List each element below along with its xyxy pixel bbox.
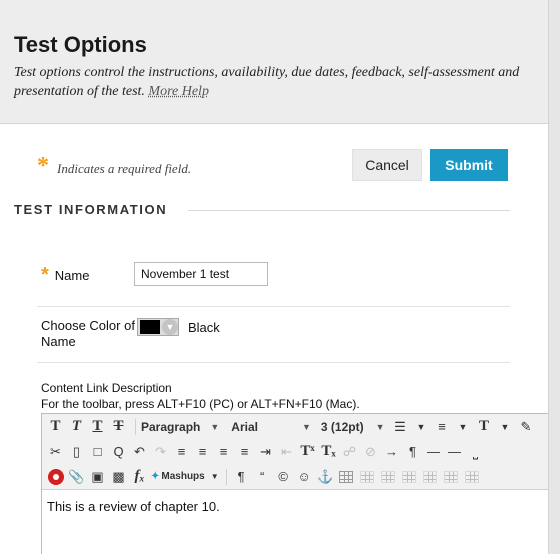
- color-swatch: [140, 320, 160, 334]
- unlink-icon[interactable]: ⊘: [361, 442, 380, 462]
- table-row-icon[interactable]: [358, 467, 377, 487]
- align-right-icon[interactable]: ≡: [214, 442, 233, 462]
- superscript-icon[interactable]: Tˣ: [298, 442, 317, 462]
- chevron-down-icon[interactable]: ▼: [454, 417, 473, 437]
- paragraph-mark-icon[interactable]: ¶: [232, 467, 251, 487]
- text-editor: T T T T Paragraph ▼ Arial ▼ 3 (12pt) ▼ ☰ ▼…: [41, 413, 560, 554]
- chevron-down-icon: ▼: [210, 421, 220, 432]
- align-center-icon[interactable]: ≡: [193, 442, 212, 462]
- bold-icon[interactable]: T: [46, 417, 65, 437]
- underline-icon[interactable]: T: [88, 417, 107, 437]
- table-split-icon[interactable]: [442, 467, 461, 487]
- text-format-icon[interactable]: T: [475, 417, 494, 437]
- horizontal-rule-icon[interactable]: —: [424, 442, 443, 462]
- color-value: Black: [188, 320, 220, 335]
- rtl-icon[interactable]: ¶: [403, 442, 422, 462]
- math-formula-icon[interactable]: fₓ: [130, 467, 149, 487]
- undo-icon[interactable]: ↶: [130, 442, 149, 462]
- redo-icon[interactable]: ↷: [151, 442, 170, 462]
- editor-toolbar: T T T T Paragraph ▼ Arial ▼ 3 (12pt) ▼ ☰ ▼…: [42, 414, 560, 490]
- table-cell-icon[interactable]: [400, 467, 419, 487]
- more-help-link[interactable]: More Help: [148, 84, 209, 99]
- strikethrough-icon[interactable]: T: [109, 417, 128, 437]
- cancel-button[interactable]: Cancel: [352, 149, 422, 181]
- insert-table-icon[interactable]: [337, 467, 356, 487]
- pencil-icon[interactable]: ✎: [517, 417, 536, 437]
- align-justify-icon[interactable]: ≡: [235, 442, 254, 462]
- font-select[interactable]: Arial: [231, 420, 258, 434]
- required-field-note: * Indicates a required field.: [37, 153, 192, 182]
- anchor-icon[interactable]: ⚓: [316, 467, 335, 487]
- chevron-down-icon: ▼: [375, 421, 385, 432]
- numbered-list-icon[interactable]: ≡: [433, 417, 452, 437]
- page-title: Test Options: [14, 32, 147, 57]
- chevron-down-icon: ▼: [301, 421, 311, 432]
- toolbar-row-2: ✂ ▯ □ Q ↶ ↷ ≡ ≡ ≡ ≡ ⇥ ⇤ Tˣ Tₓ ☍ ⊘ → ¶ — …: [42, 439, 560, 464]
- toolbar-row-3: 📎 ▣ ▩ fₓ ✦ Mashups ▼ ¶ “ © ☺ ⚓: [42, 464, 560, 489]
- chevron-down-icon: ▼: [162, 319, 178, 335]
- indent-icon[interactable]: ⇥: [256, 442, 275, 462]
- toolbar-row-1: T T T T Paragraph ▼ Arial ▼ 3 (12pt) ▼ ☰ ▼…: [42, 414, 560, 439]
- ltr-icon[interactable]: →: [382, 442, 401, 462]
- attach-file-icon[interactable]: 📎: [67, 467, 86, 487]
- mashups-icon: ✦: [151, 471, 160, 482]
- row-divider: [37, 306, 510, 307]
- toolbar-separator: [135, 418, 136, 435]
- toolbar-help-text: For the toolbar, press ALT+F10 (PC) or A…: [41, 397, 360, 411]
- paragraph-select[interactable]: Paragraph ▼: [141, 420, 219, 434]
- blockquote-icon[interactable]: “: [253, 467, 272, 487]
- size-select-value: 3 (12pt): [320, 419, 364, 434]
- insert-media-icon[interactable]: ▩: [109, 467, 128, 487]
- copyright-icon[interactable]: ©: [274, 467, 293, 487]
- emoticon-icon[interactable]: ☺: [295, 467, 314, 487]
- mashups-label: Mashups: [161, 471, 205, 482]
- section-title: TEST INFORMATION: [14, 202, 168, 217]
- find-icon[interactable]: Q: [109, 442, 128, 462]
- size-select[interactable]: ▼ 3 (12pt): [302, 420, 364, 434]
- font-select-value: Arial: [231, 419, 258, 434]
- paste-icon[interactable]: □: [88, 442, 107, 462]
- table-merge-icon[interactable]: [421, 467, 440, 487]
- name-label-text: Name: [54, 268, 90, 283]
- spacer-icon[interactable]: ⎵: [466, 442, 485, 462]
- paragraph-select-value: Paragraph: [141, 419, 201, 434]
- insert-image-icon[interactable]: ▣: [88, 467, 107, 487]
- window-edge: [548, 0, 560, 554]
- italic-icon[interactable]: T: [67, 417, 86, 437]
- content-link-label: Content Link Description: [41, 381, 172, 395]
- required-note-text: Indicates a required field.: [57, 160, 192, 176]
- table-delete-icon[interactable]: [463, 467, 482, 487]
- color-picker[interactable]: ▼: [137, 318, 179, 336]
- size-dropdown[interactable]: ▼: [364, 422, 385, 432]
- bullet-list-icon[interactable]: ☰: [391, 417, 410, 437]
- link-icon[interactable]: ☍: [340, 442, 359, 462]
- line-icon[interactable]: —: [445, 442, 464, 462]
- color-label: Choose Color of Name: [41, 318, 135, 349]
- row-divider: [37, 362, 510, 363]
- page-description: Test options control the instructions, a…: [14, 63, 534, 101]
- copy-icon[interactable]: ▯: [67, 442, 86, 462]
- cut-icon[interactable]: ✂: [46, 442, 65, 462]
- name-input[interactable]: [134, 262, 268, 286]
- mashups-menu[interactable]: ✦ Mashups ▼: [151, 467, 219, 487]
- subscript-icon[interactable]: Tₓ: [319, 442, 338, 462]
- page-header: Test Options Test options control the in…: [0, 0, 560, 124]
- chevron-down-icon: ▼: [210, 472, 219, 481]
- section-divider: [188, 210, 510, 211]
- align-left-icon[interactable]: ≡: [172, 442, 191, 462]
- editor-content[interactable]: This is a review of chapter 10.: [42, 490, 560, 523]
- required-star-icon: *: [37, 153, 49, 179]
- table-column-icon[interactable]: [379, 467, 398, 487]
- submit-button[interactable]: Submit: [430, 149, 508, 181]
- toolbar-separator: [225, 468, 227, 485]
- chevron-down-icon[interactable]: ▼: [496, 417, 515, 437]
- record-icon[interactable]: [46, 467, 65, 487]
- description-text: Test options control the instructions, a…: [14, 65, 520, 99]
- required-star-icon: *: [41, 264, 49, 286]
- chevron-down-icon[interactable]: ▼: [412, 417, 431, 437]
- name-label: * Name: [41, 264, 89, 287]
- outdent-icon[interactable]: ⇤: [277, 442, 296, 462]
